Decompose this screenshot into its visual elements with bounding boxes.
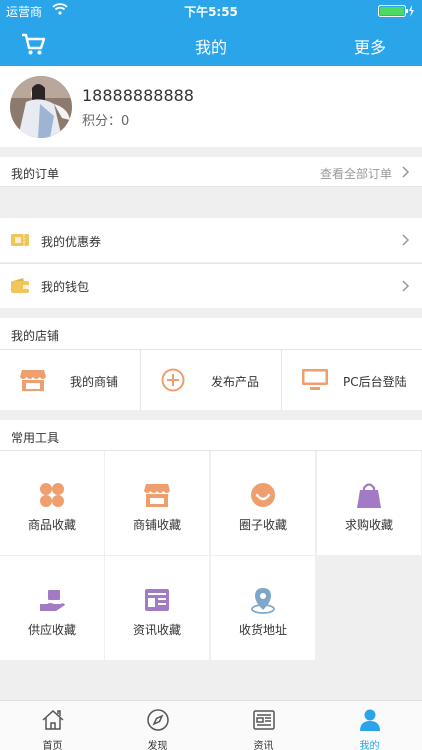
news-favorites-label: 资讯收藏 xyxy=(132,623,181,637)
shop-section-header: 我的店铺 xyxy=(0,318,422,349)
points-value: 0 xyxy=(121,114,130,129)
add-circle-icon xyxy=(161,368,185,392)
store-icon xyxy=(20,370,46,391)
avatar-image xyxy=(10,76,72,138)
tab-bar: 首页 发现 资讯 我的 xyxy=(0,700,422,750)
coupon-row[interactable]: 我的优惠券 xyxy=(0,218,422,262)
avatar[interactable] xyxy=(10,76,72,138)
product-favorites-label: 商品收藏 xyxy=(27,518,76,532)
smile-icon xyxy=(251,483,275,507)
tool-shipping-address[interactable]: 收货地址 xyxy=(211,556,315,660)
tab-mine[interactable]: 我的 xyxy=(317,701,422,750)
store-favorites-icon xyxy=(144,484,170,507)
location-pin-icon xyxy=(251,588,275,614)
chevron-right-icon xyxy=(402,234,410,246)
store-favorites-label: 商铺收藏 xyxy=(132,518,181,532)
tab-home[interactable]: 首页 xyxy=(0,701,105,750)
orders-title: 我的订单 xyxy=(11,167,60,181)
news-icon xyxy=(253,710,275,730)
shopping-bag-icon xyxy=(357,483,381,508)
tab-home-label: 首页 xyxy=(42,741,63,750)
wallet-row[interactable]: 我的钱包 xyxy=(0,264,422,308)
tool-store-favorites[interactable]: 商铺收藏 xyxy=(105,451,209,555)
monitor-icon xyxy=(302,369,328,390)
chevron-right-icon xyxy=(402,280,410,292)
tool-purchase-favorites[interactable]: 求购收藏 xyxy=(317,451,421,555)
tool-news-favorites[interactable]: 资讯收藏 xyxy=(105,556,209,660)
user-icon xyxy=(360,709,380,731)
tools-section-header: 常用工具 xyxy=(0,420,422,450)
shop-title: 我的店铺 xyxy=(11,329,60,343)
coupon-icon xyxy=(11,234,29,246)
divider xyxy=(0,186,422,187)
chevron-right-icon xyxy=(402,166,410,178)
purchase-favorites-label: 求购收藏 xyxy=(344,518,393,532)
tools-title: 常用工具 xyxy=(11,431,60,445)
coupon-label: 我的优惠券 xyxy=(41,235,102,249)
tab-discover-label: 发现 xyxy=(147,741,168,750)
tool-circle-favorites[interactable]: 圈子收藏 xyxy=(211,451,315,555)
supply-favorites-label: 供应收藏 xyxy=(27,623,76,637)
wallet-label: 我的钱包 xyxy=(41,280,90,294)
view-all-orders-link[interactable]: 查看全部订单 xyxy=(320,165,392,182)
tab-news[interactable]: 资讯 xyxy=(211,701,316,750)
circle-favorites-label: 圈子收藏 xyxy=(238,518,287,532)
pc-login-button[interactable]: PC后台登陆 xyxy=(282,350,422,410)
profile-header[interactable]: 18888888888 积分：0 xyxy=(0,66,422,147)
orders-row[interactable]: 我的订单 查看全部订单 xyxy=(0,157,422,187)
status-bar: 运营商 下午5:55 xyxy=(0,0,422,22)
battery-icon xyxy=(378,5,414,17)
clock: 下午5:55 xyxy=(184,5,238,19)
compass-icon xyxy=(147,709,169,731)
home-icon xyxy=(42,709,64,730)
points-line: 积分：0 xyxy=(82,110,129,129)
shipping-address-label: 收货地址 xyxy=(238,623,287,637)
user-phone: 18888888888 xyxy=(82,86,194,105)
my-store-button[interactable]: 我的商铺 xyxy=(0,350,140,410)
product-favorites-icon xyxy=(40,483,64,507)
tab-mine-label: 我的 xyxy=(359,741,380,750)
tab-discover[interactable]: 发现 xyxy=(105,701,210,750)
news-icon xyxy=(145,589,169,611)
wallet-icon xyxy=(11,278,29,293)
hand-box-icon xyxy=(40,590,65,611)
more-button[interactable]: 更多 xyxy=(354,34,386,58)
pc-login-label: PC后台登陆 xyxy=(343,375,407,389)
points-label: 积分： xyxy=(82,114,122,129)
publish-product-button[interactable]: 发布产品 xyxy=(141,350,281,410)
nav-bar: 我的 更多 xyxy=(0,22,422,66)
tab-news-label: 资讯 xyxy=(253,741,274,750)
my-store-label: 我的商铺 xyxy=(70,375,119,389)
publish-product-label: 发布产品 xyxy=(211,375,260,389)
tool-product-favorites[interactable]: 商品收藏 xyxy=(0,451,104,555)
tool-supply-favorites[interactable]: 供应收藏 xyxy=(0,556,104,660)
